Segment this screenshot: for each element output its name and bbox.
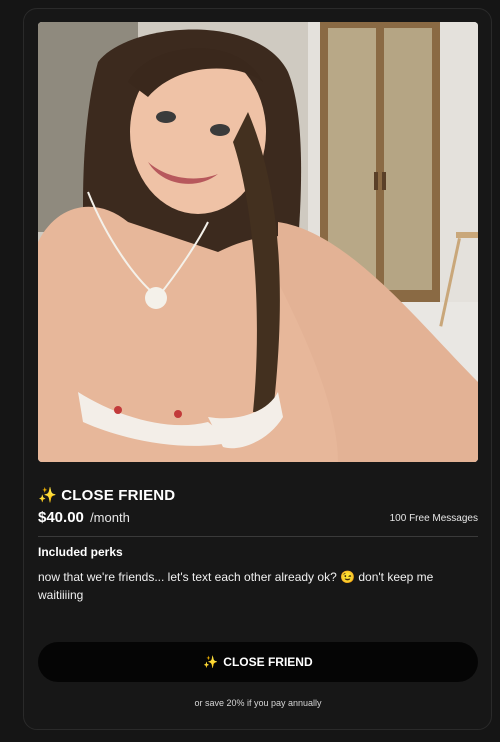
price-amount: $40.00 xyxy=(38,509,84,526)
photo-image xyxy=(38,22,478,462)
perks-heading: Included perks xyxy=(38,545,123,559)
price: $40.00 /month xyxy=(38,509,130,526)
sparkles-icon: ✨ xyxy=(203,655,219,669)
plan-title-text: CLOSE FRIEND xyxy=(61,487,176,504)
free-messages: 100 Free Messages xyxy=(389,513,478,524)
annual-savings-note: or save 20% if you pay annually xyxy=(194,698,322,708)
perks-description: now that we're friends... let's text eac… xyxy=(38,570,434,602)
price-row: $40.00 /month 100 Free Messages xyxy=(38,509,478,529)
divider xyxy=(38,536,478,537)
close-friend-button[interactable]: ✨ CLOSE FRIEND xyxy=(38,642,478,682)
sparkles-icon: ✨ xyxy=(38,486,57,504)
close-friend-button-label: CLOSE FRIEND xyxy=(223,655,313,669)
profile-photo xyxy=(38,22,478,462)
price-period: /month xyxy=(90,510,130,525)
plan-title: ✨ CLOSE FRIEND xyxy=(38,486,175,504)
